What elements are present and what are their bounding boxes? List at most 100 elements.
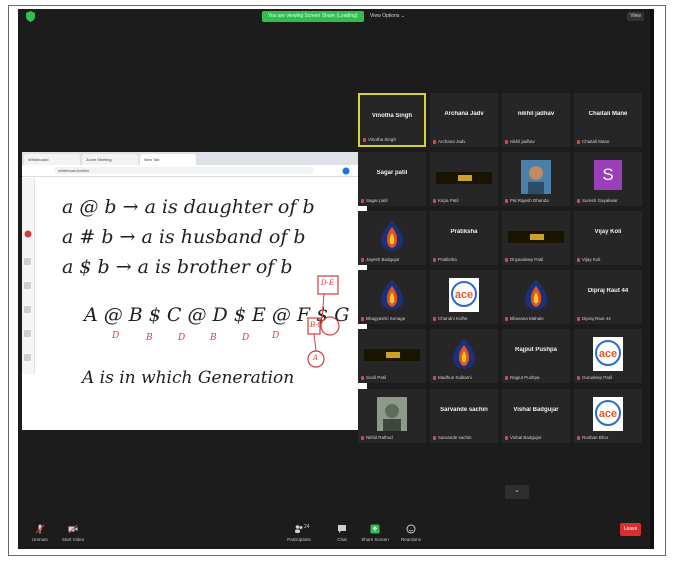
whiteboard-canvas[interactable]: a @ b → a is daughter of b a # b → a is … [34, 178, 367, 430]
participant-tile[interactable]: Vijay Koli Vijay Koli [574, 211, 642, 265]
share-screen-label: Share Screen [361, 537, 389, 542]
muted-mic-icon [505, 435, 508, 440]
muted-mic-icon [433, 139, 436, 144]
participant-label: Nikhil Rathod [361, 435, 423, 440]
browser-tab[interactable]: New Tab [140, 154, 196, 165]
ace-logo-icon: ace [449, 278, 479, 312]
participant-tile[interactable]: Vishal Badgujar Vishal Badgujar [502, 389, 570, 443]
participant-label-text: Jayesh Badgujar [366, 257, 400, 262]
participant-tile[interactable]: ace Gurudeep Patil [574, 329, 642, 383]
share-screen-button[interactable]: Share Screen [360, 524, 390, 542]
muted-mic-icon [577, 375, 580, 380]
camera-feed [508, 231, 564, 243]
participant-label-text: Vishal Badgujar [510, 435, 542, 440]
muted-mic-icon [505, 375, 508, 380]
meeting-controls: Unmute Start Video 24 Participants Chat [18, 520, 654, 549]
participant-label-text: Dnyandeep Patil [510, 257, 544, 262]
participant-label-text: Bhagyashri Sonage [366, 316, 406, 321]
participant-label-text: Bhavana Mahale [510, 316, 544, 321]
text-tool-icon[interactable] [24, 330, 31, 337]
muted-mic-icon [361, 435, 364, 440]
chat-label: Chat [337, 537, 347, 542]
participants-icon [295, 525, 303, 533]
participant-tile[interactable]: ace Roshan Bhor [574, 389, 642, 443]
leave-button[interactable]: Leave [620, 523, 641, 536]
svg-text:ace: ace [599, 348, 617, 360]
participant-tile[interactable]: Sagar patil Sagar patil [358, 152, 426, 206]
participant-label-text: Archana Jadv [438, 139, 466, 144]
participant-tile[interactable]: Jayesh Badgujar [358, 211, 426, 265]
reactions-button[interactable]: Reactions [396, 524, 426, 542]
participant-tile[interactable]: Archana Jadv Archana Jadv [430, 93, 498, 147]
participant-label-text: Chandni Kolhe [438, 316, 468, 321]
participant-label: Kirpa Patil [433, 198, 495, 203]
participants-button[interactable]: 24 Participants [282, 524, 316, 542]
participant-tile[interactable]: S Suresh Gayakwar [574, 152, 642, 206]
participant-label: nikhil jadhav [505, 139, 567, 144]
address-bar[interactable]: whiteboard/online [54, 167, 314, 174]
participant-label: Archana Jadv [433, 139, 495, 144]
participant-label: Gurudeep Patil [577, 375, 639, 380]
record-icon[interactable] [24, 230, 32, 238]
participant-name: Vishal Badgujar [513, 407, 559, 413]
participant-label-text: Pal Rajesh Dhanda [510, 198, 549, 203]
participant-tile[interactable]: Kirpa Patil [430, 152, 498, 206]
view-options-menu[interactable]: View Options ⌄ [370, 11, 405, 22]
window-edge [650, 9, 654, 549]
participant-tile[interactable]: Bhavana Mahale [502, 270, 570, 324]
view-button[interactable]: View [627, 12, 644, 21]
participant-name: Pratiksha [450, 229, 478, 235]
eraser-tool-icon[interactable] [24, 282, 31, 289]
participant-label: Chaitali Mane [577, 139, 639, 144]
whiteboard-annotation: D·E [321, 279, 334, 287]
participant-tile[interactable]: Rajput Pushpa Rajput Pushpa [502, 329, 570, 383]
browser-tab[interactable]: Zoom Meeting [82, 154, 138, 165]
video-button[interactable]: Start Video [58, 524, 88, 542]
participant-tile[interactable]: Dipraj Raut 44 Dipraj Raut 44 [574, 270, 642, 324]
screen-share-banner[interactable]: You are viewing Screen Share (Loading) [262, 11, 364, 22]
camera-logo-icon [530, 234, 544, 240]
participant-tile[interactable]: nikhil jadhav nikhil jadhav [502, 93, 570, 147]
video-label: Start Video [61, 537, 85, 542]
participant-label: Chandni Kolhe [433, 316, 495, 321]
shape-tool-icon[interactable] [24, 306, 31, 313]
mute-button[interactable]: Unmute [28, 524, 52, 542]
shield-icon[interactable] [26, 11, 35, 22]
participant-tile[interactable]: ace Chandni Kolhe [430, 270, 498, 324]
participant-label: Roshan Bhor [577, 435, 639, 440]
participant-tile[interactable]: Pratiksha Pratiksha [430, 211, 498, 265]
profile-icon[interactable] [342, 167, 350, 175]
participant-name: Dipraj Raut 44 [587, 288, 629, 294]
pen-tool-icon[interactable] [24, 258, 31, 265]
camera-feed [436, 172, 492, 184]
participant-name: Chaitali Mane [588, 111, 628, 117]
share-screen-icon [370, 524, 380, 534]
camera-feed [364, 349, 420, 361]
muted-mic-icon [433, 375, 436, 380]
participant-label: Suresh Gayakwar [577, 198, 639, 203]
mute-label: Unmute [32, 537, 48, 542]
ace-logo-icon: ace [593, 397, 623, 431]
participant-photo [377, 397, 407, 431]
participant-tile[interactable]: Sarvande sachin Sarvande sachin [430, 389, 498, 443]
participant-tile[interactable]: Sunil Patil [358, 329, 426, 383]
participant-tile[interactable]: Chaitali Mane Chaitali Mane [574, 93, 642, 147]
participant-label-text: Kirpa Patil [438, 198, 459, 203]
chat-button[interactable]: Chat [332, 524, 352, 542]
fire-logo-icon [452, 339, 476, 369]
participant-tile[interactable]: Nikhil Rathod [358, 389, 426, 443]
participant-label-text: Sunil Patil [366, 375, 387, 380]
participant-tile[interactable]: Dnyandeep Patil [502, 211, 570, 265]
participant-tile[interactable]: Pal Rajesh Dhanda [502, 152, 570, 206]
participant-label: Jayesh Badgujar [361, 257, 423, 262]
participant-name: Vijay Koli [594, 229, 622, 235]
color-tool-icon[interactable] [24, 354, 31, 361]
participant-tile[interactable]: Vinotha Singh Vinotha Singh [358, 93, 426, 147]
participant-tile[interactable]: Madhuri Kulkarni [430, 329, 498, 383]
muted-mic-icon [433, 257, 436, 262]
browser-tab[interactable]: Whiteboard [24, 154, 80, 165]
more-participants-button[interactable]: ⌄ [505, 485, 529, 499]
svg-text:ace: ace [599, 408, 617, 420]
participant-label: Vinotha Singh [363, 137, 421, 142]
participant-tile[interactable]: Bhagyashri Sonage [358, 270, 426, 324]
